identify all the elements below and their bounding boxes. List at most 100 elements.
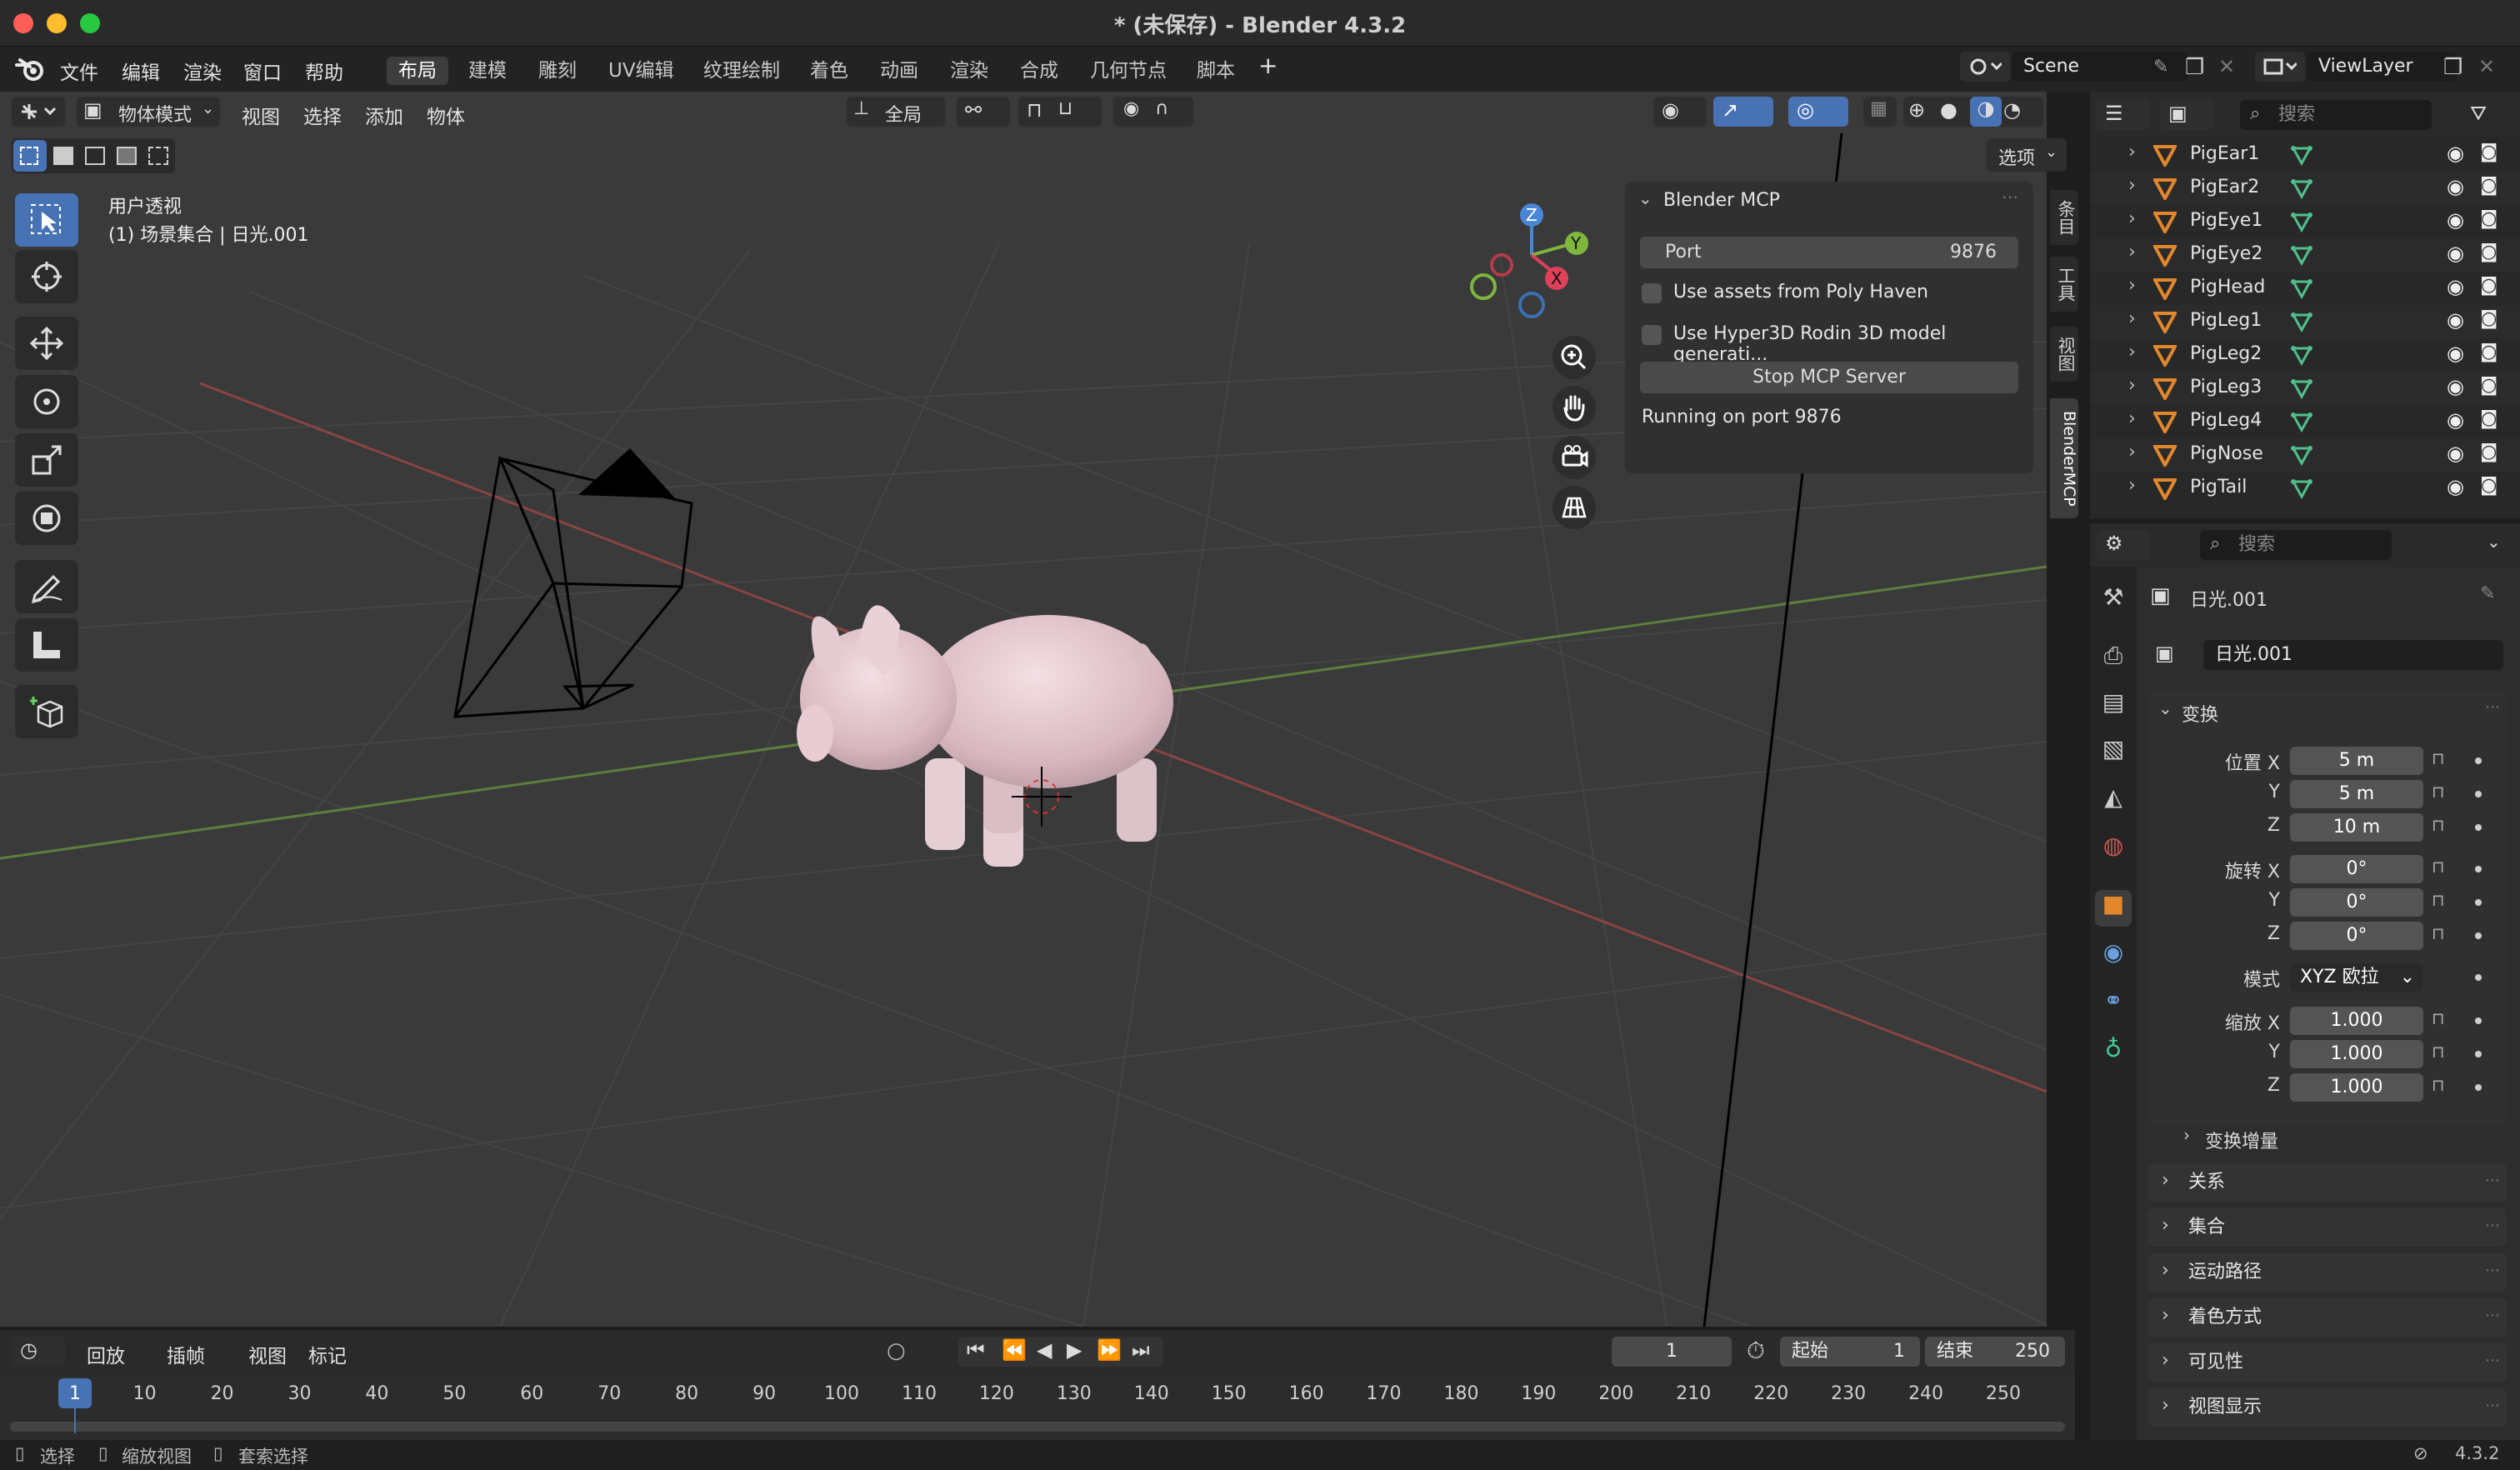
drag-handle-icon[interactable]: ⋯	[2485, 1262, 2500, 1279]
mesh-data-icon[interactable]	[2290, 478, 2313, 500]
drag-handle-icon[interactable]: ⋯	[2485, 698, 2500, 716]
timeline-menu-marker[interactable]: 标记	[308, 1340, 347, 1368]
play-reverse-icon[interactable]: ◀	[1037, 1338, 1052, 1362]
tab-compositing[interactable]: 合成	[1008, 57, 1070, 85]
tab-modeling[interactable]: 建模	[457, 57, 518, 85]
pan-view-hand-icon[interactable]	[1552, 385, 1597, 430]
eye-icon[interactable]: ◉	[2447, 308, 2464, 332]
drag-handle-icon[interactable]: ⋯	[2485, 1217, 2500, 1234]
visibility-dropdown[interactable]: ◉	[1653, 97, 1707, 127]
mesh-data-icon[interactable]	[2290, 178, 2313, 200]
display-mode-button[interactable]: ▣	[2160, 100, 2213, 130]
eye-icon[interactable]: ◉	[2447, 375, 2464, 398]
mesh-data-icon[interactable]	[2290, 278, 2313, 300]
lock-icon[interactable]: ⊓	[2432, 923, 2445, 943]
tab-scripting[interactable]: 脚本	[1185, 57, 1247, 85]
menu-help[interactable]: 帮助	[305, 57, 343, 85]
editor-type-button[interactable]	[12, 97, 65, 127]
cursor-tool[interactable]	[15, 250, 78, 303]
viewport-menu-add[interactable]: 添加	[365, 101, 403, 129]
expand-chevron-icon[interactable]: ›	[2128, 442, 2136, 462]
preview-range-clock-icon[interactable]: ⏱	[1747, 1337, 1765, 1365]
visibility-panel[interactable]: 可见性	[2148, 1343, 2507, 1382]
mesh-data-icon[interactable]	[2290, 145, 2313, 167]
world-properties-icon[interactable]: ◍	[2095, 832, 2132, 868]
scale-z-field[interactable]: 1.000	[2290, 1073, 2423, 1102]
outliner-row[interactable]: › PigHead ◉ ◙	[2090, 272, 2520, 305]
panel-collapse-chevron-icon[interactable]: ⌄	[1638, 188, 1652, 208]
expand-chevron-icon[interactable]: ›	[2128, 242, 2136, 262]
material-shading-icon[interactable]: ◑	[1970, 97, 2002, 127]
side-tab-item[interactable]: 条目	[2050, 190, 2078, 245]
end-frame-field[interactable]: 结束 250	[1925, 1337, 2065, 1367]
eye-icon[interactable]: ◉	[2447, 208, 2464, 232]
object-name-field[interactable]: 日光.001	[2203, 640, 2503, 670]
rotation-mode-dropdown[interactable]: XYZ 欧拉 ⌄	[2290, 963, 2423, 992]
keyframe-dot-icon[interactable]	[2475, 932, 2482, 939]
chevron-right-icon[interactable]: ›	[2162, 1260, 2169, 1281]
eye-icon[interactable]: ◉	[2447, 242, 2464, 265]
properties-search-input[interactable]: 搜索	[2200, 530, 2392, 560]
tab-rendering[interactable]: 渲染	[938, 57, 1000, 85]
select-new-button[interactable]	[13, 140, 47, 172]
wireframe-shading-icon[interactable]: ⊕	[1908, 98, 1925, 122]
rotation-y-field[interactable]: 0°	[2290, 888, 2423, 917]
render-camera-icon[interactable]: ◙	[2480, 475, 2498, 496]
render-camera-icon[interactable]: ◙	[2480, 342, 2498, 362]
render-camera-icon[interactable]: ◙	[2480, 242, 2498, 262]
expand-chevron-icon[interactable]: ›	[2128, 208, 2136, 229]
proportional-edit-button[interactable]: ◉ ∩	[1113, 97, 1193, 127]
measure-tool[interactable]	[15, 618, 78, 672]
eye-icon[interactable]: ◉	[2447, 475, 2464, 498]
overlays-toggle-button[interactable]: ◎	[1788, 97, 1848, 127]
menu-file[interactable]: 文件	[60, 57, 98, 85]
outliner-row[interactable]: › PigEar2 ◉ ◙	[2090, 172, 2520, 205]
object-mode-dropdown[interactable]: ▣ 物体模式 ⌄	[77, 97, 220, 127]
camera-view-icon[interactable]	[1552, 435, 1597, 480]
side-tab-tool[interactable]: 工具	[2050, 257, 2078, 312]
lock-icon[interactable]: ⊓	[2432, 857, 2445, 877]
lock-icon[interactable]: ⊓	[2432, 815, 2445, 835]
scene-selector-button[interactable]	[1960, 52, 2010, 82]
rotation-z-field[interactable]: 0°	[2290, 922, 2423, 950]
rotate-tool[interactable]	[15, 375, 78, 428]
tab-texture-paint[interactable]: 纹理绘制	[692, 57, 792, 85]
eye-icon[interactable]: ◉	[2447, 175, 2464, 198]
play-icon[interactable]: ▶	[1067, 1338, 1082, 1362]
outliner-row[interactable]: › PigTail ◉ ◙	[2090, 472, 2520, 505]
object-properties-icon[interactable]: ■	[2095, 890, 2132, 927]
delta-transform-label[interactable]: 变换增量	[2205, 1127, 2278, 1153]
expand-chevron-icon[interactable]: ›	[2128, 175, 2136, 196]
transform-tool[interactable]	[15, 492, 78, 545]
mesh-data-icon[interactable]	[2290, 445, 2313, 467]
solid-shading-icon[interactable]: ●	[1940, 98, 1958, 122]
outliner-row[interactable]: › PigLeg2 ◉ ◙	[2090, 338, 2520, 372]
collections-panel[interactable]: 集合	[2148, 1208, 2507, 1247]
blender-logo-icon[interactable]	[15, 57, 45, 82]
lock-icon[interactable]: ⊓	[2432, 1008, 2445, 1028]
keyframe-dot-icon[interactable]	[2475, 899, 2482, 906]
delete-viewlayer-icon[interactable]: ✕	[2478, 55, 2495, 78]
tab-shading[interactable]: 着色	[798, 57, 860, 85]
xray-toggle-button[interactable]: ▦	[1863, 97, 1897, 127]
keyframe-dot-icon[interactable]	[2475, 758, 2482, 764]
timeline-menu-playback[interactable]: 回放	[87, 1340, 125, 1368]
outliner-row[interactable]: › PigLeg1 ◉ ◙	[2090, 305, 2520, 338]
annotate-tool[interactable]	[15, 560, 78, 613]
expand-chevron-icon[interactable]: ›	[2128, 475, 2136, 496]
viewport-display-panel[interactable]: 视图显示	[2148, 1388, 2507, 1427]
menu-window[interactable]: 窗口	[243, 57, 282, 85]
zoom-view-icon[interactable]	[1552, 335, 1597, 380]
outliner-row[interactable]: › PigNose ◉ ◙	[2090, 438, 2520, 472]
expand-chevron-icon[interactable]: ›	[2128, 275, 2136, 296]
menu-render[interactable]: 渲染	[183, 57, 222, 85]
select-extend-icon[interactable]	[53, 147, 73, 165]
timeline-scrollbar[interactable]	[10, 1422, 2065, 1432]
tab-layout[interactable]: 布局	[387, 57, 448, 85]
output-properties-icon[interactable]: ▤	[2095, 688, 2132, 725]
poly-haven-checkbox[interactable]	[1642, 283, 1662, 303]
location-x-field[interactable]: 5 m	[2290, 747, 2423, 775]
render-camera-icon[interactable]: ◙	[2480, 408, 2498, 429]
constraint-properties-icon[interactable]: ⚭	[2095, 987, 2132, 1023]
eye-icon[interactable]: ◉	[2447, 275, 2464, 298]
